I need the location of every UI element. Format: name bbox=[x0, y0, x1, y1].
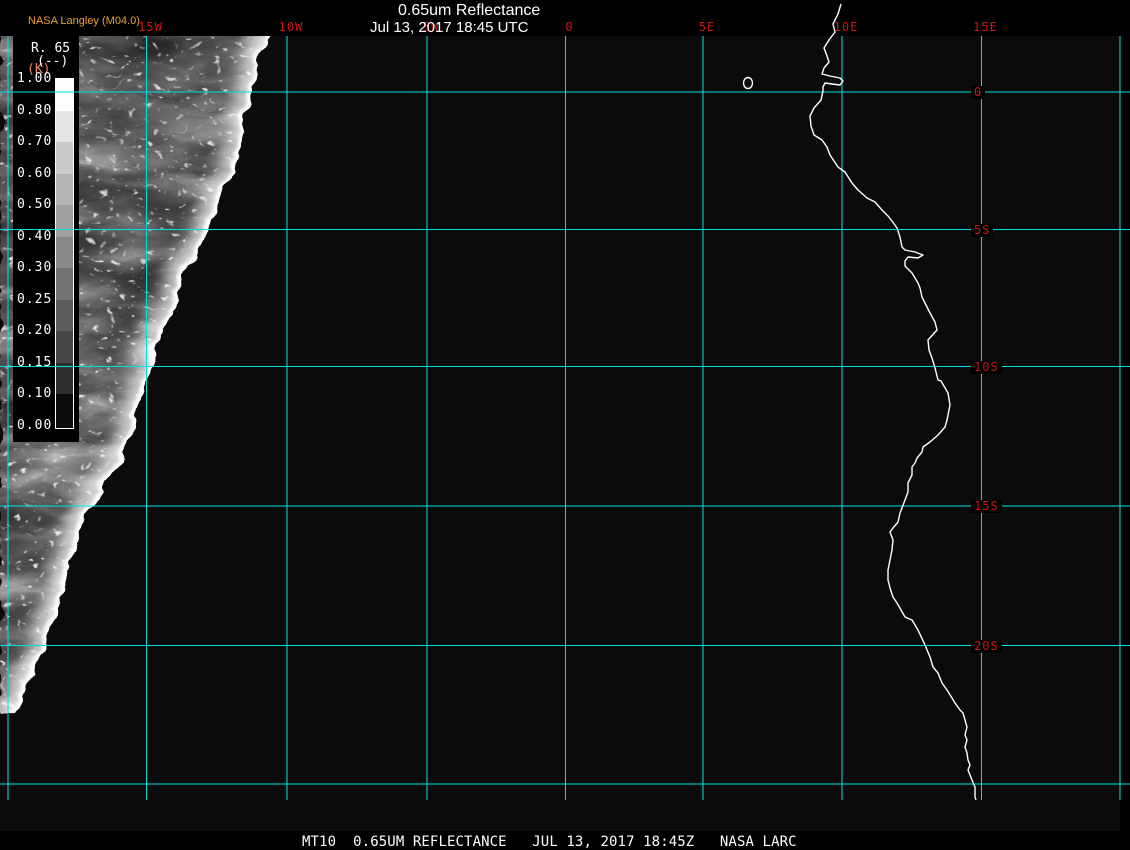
legend-tick-label: 0.15 bbox=[17, 355, 52, 370]
legend-tick-label: 0.10 bbox=[17, 386, 52, 401]
legend-tick-label: 0.20 bbox=[17, 323, 52, 338]
legend-tick-label: 0.30 bbox=[17, 260, 52, 275]
colorbar-segment bbox=[56, 394, 73, 428]
legend-tick-label: 0.70 bbox=[17, 134, 52, 149]
latitude-label: 10S bbox=[971, 361, 1002, 374]
latitude-label: 5S bbox=[971, 224, 993, 237]
longitude-label: 10W bbox=[279, 21, 304, 34]
footer-caption: MT10 0.65UM REFLECTANCE JUL 13, 2017 18:… bbox=[302, 835, 797, 849]
colorbar bbox=[55, 78, 74, 429]
longitude-label: 5E bbox=[699, 21, 715, 34]
legend-tick-label: 0.50 bbox=[17, 197, 52, 212]
colorbar-segment bbox=[56, 174, 73, 206]
colorbar-segment bbox=[56, 237, 73, 269]
longitude-label: 0 bbox=[565, 21, 573, 34]
colorbar-segment bbox=[56, 363, 73, 395]
legend-tick-label: 0.25 bbox=[17, 292, 52, 307]
colorbar-segment bbox=[56, 300, 73, 332]
satellite-image-product: R. 65 (K) (--) 1.000.800.700.600.500.400… bbox=[0, 0, 1130, 850]
image-area bbox=[0, 36, 1120, 831]
image-timestamp: Jul 13, 2017 18:45 UTC bbox=[370, 19, 528, 36]
longitude-label: 15E bbox=[973, 21, 998, 34]
latitude-label: 0 bbox=[971, 86, 985, 99]
legend-tick-label: 0.00 bbox=[17, 418, 52, 433]
longitude-label: 10E bbox=[834, 21, 859, 34]
legend-tick-label: 0.80 bbox=[17, 103, 52, 118]
colorbar-segment bbox=[56, 142, 73, 174]
image-title: 0.65um Reflectance bbox=[398, 2, 540, 20]
legend-tick-label: 0.60 bbox=[17, 166, 52, 181]
colorbar-segment bbox=[56, 79, 73, 111]
latitude-label: 15S bbox=[971, 500, 1002, 513]
longitude-label: 15W bbox=[138, 21, 163, 34]
legend-units: (--) bbox=[37, 55, 68, 69]
colorbar-segment bbox=[56, 205, 73, 237]
credit-label: NASA Langley (M04.0) bbox=[28, 15, 140, 28]
legend-tick-label: 0.40 bbox=[17, 229, 52, 244]
latitude-label: 20S bbox=[971, 640, 1002, 653]
legend-tick-label: 1.00 bbox=[17, 71, 52, 86]
colorbar-segment bbox=[56, 268, 73, 300]
colorbar-segment bbox=[56, 111, 73, 143]
colorbar-segment bbox=[56, 331, 73, 363]
